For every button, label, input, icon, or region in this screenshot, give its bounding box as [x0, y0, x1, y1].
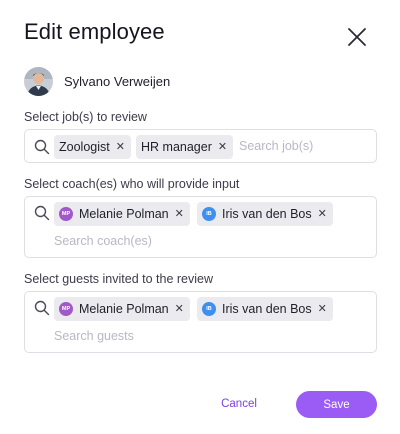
job-chip: Zoologist ✕	[54, 135, 131, 159]
employee-name: Sylvano Verweijen	[64, 73, 171, 89]
coaches-search-input[interactable]: Search coach(es)	[54, 234, 152, 248]
search-icon	[34, 205, 50, 221]
coach-chip: MP Melanie Polman ✕	[54, 202, 190, 226]
coach-chip: IB Iris van den Bos ✕	[197, 202, 333, 226]
remove-chip-icon[interactable]: ✕	[175, 208, 184, 220]
coach-avatar: MP	[59, 207, 73, 221]
search-icon	[34, 139, 50, 155]
remove-chip-icon[interactable]: ✕	[218, 141, 227, 153]
job-chip-label: Zoologist	[59, 140, 110, 154]
coach-avatar: IB	[202, 207, 216, 221]
coach-chip-label: Melanie Polman	[79, 207, 169, 221]
search-icon	[34, 300, 50, 316]
coach-chip-label: Iris van den Bos	[222, 207, 312, 221]
cancel-button[interactable]: Cancel	[212, 391, 266, 417]
close-icon	[348, 28, 366, 46]
guest-chip-label: Melanie Polman	[79, 302, 169, 316]
remove-chip-icon[interactable]: ✕	[318, 208, 327, 220]
job-chip-label: HR manager	[141, 140, 212, 154]
employee-row: Sylvano Verweijen	[24, 66, 170, 96]
guest-avatar: IB	[202, 302, 216, 316]
jobs-label: Select job(s) to review	[24, 110, 147, 124]
coaches-label: Select coach(es) who will provide input	[24, 177, 240, 191]
remove-chip-icon[interactable]: ✕	[318, 303, 327, 315]
guest-avatar: MP	[59, 302, 73, 316]
remove-chip-icon[interactable]: ✕	[175, 303, 184, 315]
save-button[interactable]: Save	[296, 391, 377, 418]
employee-avatar	[24, 66, 53, 96]
guests-search-input[interactable]: Search guests	[54, 329, 134, 343]
guests-label: Select guests invited to the review	[24, 272, 213, 286]
jobs-field[interactable]: Zoologist ✕ HR manager ✕ Search job(s)	[24, 129, 377, 163]
dialog-title: Edit employee	[24, 19, 165, 44]
jobs-search-input[interactable]: Search job(s)	[239, 139, 313, 153]
guests-field[interactable]: MP Melanie Polman ✕ IB Iris van den Bos …	[24, 291, 377, 353]
close-button[interactable]	[346, 26, 368, 48]
guest-chip: IB Iris van den Bos ✕	[197, 297, 333, 321]
coaches-field[interactable]: MP Melanie Polman ✕ IB Iris van den Bos …	[24, 196, 377, 258]
guest-chip-label: Iris van den Bos	[222, 302, 312, 316]
guest-chip: MP Melanie Polman ✕	[54, 297, 190, 321]
job-chip: HR manager ✕	[136, 135, 234, 159]
remove-chip-icon[interactable]: ✕	[116, 141, 125, 153]
